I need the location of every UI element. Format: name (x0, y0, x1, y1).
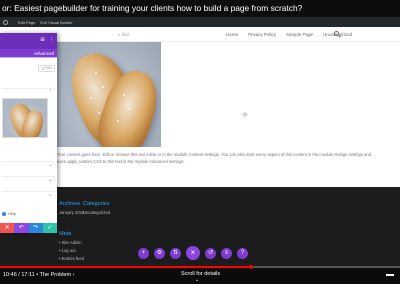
save-button[interactable]: ✓ (42, 223, 57, 233)
builder-bottom-bar: + ⚙ ⇅ × ↺ ≡ ? (138, 246, 248, 260)
nav-home[interactable]: Home (226, 32, 238, 37)
panel-header: ⊞ ⋮ (0, 33, 57, 49)
footer-categories: Categories Uncategorized (83, 201, 110, 215)
salt-grain (98, 112, 100, 114)
filter-button[interactable]: + Filter (38, 65, 56, 72)
footer-categories-item[interactable]: Uncategorized (83, 210, 110, 215)
more-options-icon[interactable]: ⋮ (49, 38, 54, 43)
admin-bar-item-exit-builder[interactable]: Exit Visual Builder (40, 20, 72, 25)
settings-icon[interactable]: ⚙ (154, 247, 165, 259)
salt-grain (117, 120, 119, 122)
nav-privacy-policy[interactable]: Privacy Policy (248, 32, 276, 37)
chevron-down-icon[interactable]: ⌄ (48, 177, 52, 183)
progress-fill (0, 266, 251, 268)
close-builder-button[interactable]: × (186, 246, 200, 260)
text-module[interactable]: Your content goes here. Edit or remove t… (57, 152, 372, 165)
wordpress-logo-icon[interactable] (3, 19, 8, 25)
salt-grain (102, 86, 104, 88)
redo-button[interactable]: ↷ (28, 223, 43, 233)
footer-categories-heading: Categories (83, 201, 110, 207)
help-label: Help (8, 211, 17, 216)
portability-icon[interactable]: ⇅ (170, 247, 181, 259)
scroll-for-details[interactable]: Scroll for details (181, 271, 220, 277)
salt-grain (123, 94, 125, 96)
chevron-down-icon[interactable]: ⌄ (195, 277, 199, 283)
layers-icon[interactable]: ≡ (221, 247, 232, 259)
help-dot-icon (2, 211, 6, 216)
scrubber-handle[interactable] (248, 265, 253, 269)
footer-archives-heading: Archives (59, 201, 81, 207)
move-handle-icon[interactable]: ✥ (242, 112, 248, 119)
add-icon[interactable]: + (138, 247, 149, 259)
progress-bar[interactable] (0, 265, 400, 269)
settings-bar-icon[interactable] (386, 272, 396, 278)
footer-meta-item[interactable]: Site Admin (59, 240, 84, 245)
wp-admin-bar: Edit Page Exit Visual Builder (0, 17, 400, 27)
admin-bar-item-edit-page[interactable]: Edit Page (18, 20, 35, 25)
site-canvas: ◐ Divi Home Privacy Policy Sample Page U… (0, 27, 400, 187)
salt-grain (129, 108, 131, 110)
help-link[interactable]: Help (2, 211, 16, 216)
video-controls: 10:46 / 17:11 • The Problem › Scroll for… (0, 265, 400, 284)
site-logo[interactable]: ◐ Divi (118, 32, 129, 37)
footer-meta-item[interactable]: Entries feed (59, 256, 84, 261)
footer-meta-heading: Meta (59, 231, 72, 237)
video-title: or: Easiest pagebuilder for training you… (0, 0, 400, 17)
module-settings-panel: ⊞ ⋮ Advanced ⌄ + Filter ⌃ ⌄ ⌄ ⌄ Help ✕ ↶… (0, 33, 57, 233)
chevron-up-icon[interactable]: ⌃ (48, 89, 52, 95)
time-chapter-label[interactable]: 10:46 / 17:11 • The Problem › (3, 272, 74, 278)
footer-meta: Meta Site Admin Log out Entries feed (59, 231, 84, 261)
footer-archives-item[interactable]: January 2019 (59, 210, 84, 215)
help-icon[interactable]: ? (237, 247, 248, 259)
video-frame: or: Easiest pagebuilder for training you… (0, 0, 400, 284)
panel-footer: ✕ ↶ ↷ ✓ (0, 223, 57, 233)
tab-advanced[interactable]: Advanced (34, 51, 54, 56)
search-icon[interactable] (334, 31, 339, 36)
chevron-down-icon[interactable]: ⌄ (48, 162, 52, 168)
footer-meta-item[interactable]: Log out (59, 248, 84, 253)
salt-grain (95, 72, 97, 74)
panel-tabs: Advanced (0, 49, 57, 58)
nav-sample-page[interactable]: Sample Page (286, 32, 313, 37)
footer-archives: Archives January 2019 (59, 201, 84, 215)
image-preview[interactable] (2, 98, 48, 138)
pretzel-image[interactable] (57, 42, 161, 147)
discard-button[interactable]: ✕ (0, 223, 15, 233)
fullscreen-icon[interactable]: ⊞ (40, 38, 45, 43)
chevron-down-icon[interactable]: ⌄ (48, 192, 52, 198)
undo-button[interactable]: ↶ (14, 223, 29, 233)
history-icon[interactable]: ↺ (205, 247, 216, 259)
salt-grain (90, 97, 92, 99)
site-header: ◐ Divi Home Privacy Policy Sample Page U… (0, 27, 400, 42)
